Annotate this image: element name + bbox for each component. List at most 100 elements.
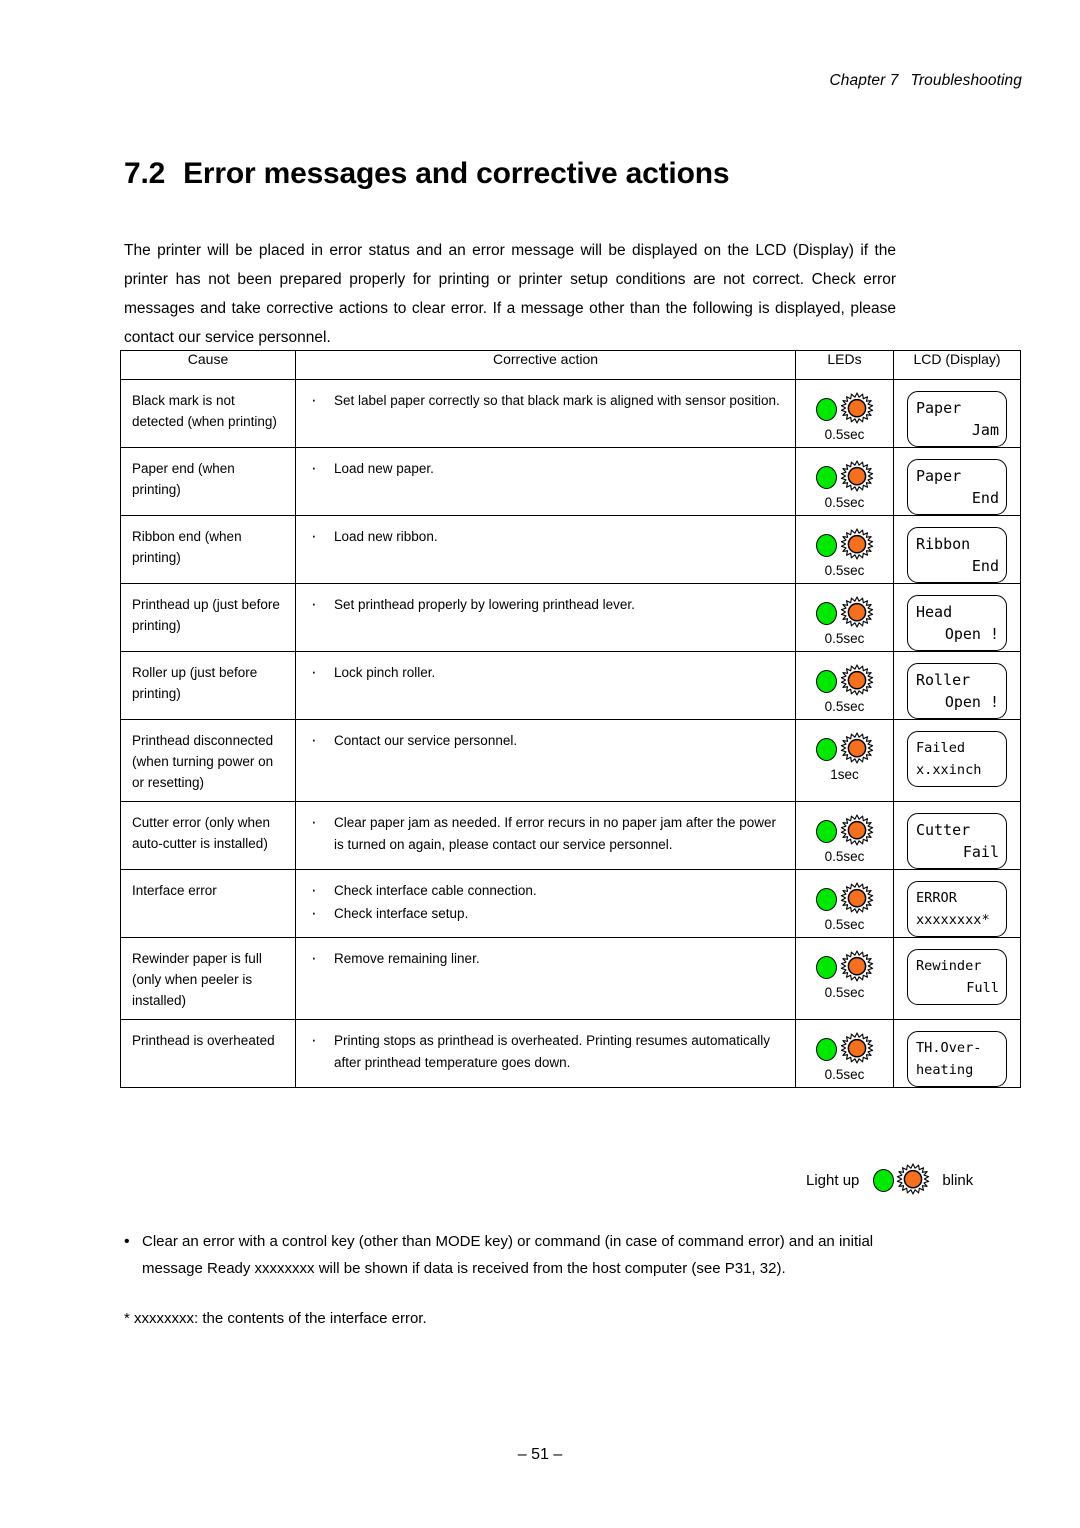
orange-blink-led-icon — [840, 732, 874, 766]
action-list: · Load new ribbon. — [296, 526, 789, 548]
action-item: · Lock pinch roller. — [296, 662, 789, 684]
lcd-display-panel: ERROR xxxxxxxx* — [907, 881, 1007, 937]
cell-leds: 0.5sec — [795, 937, 894, 1020]
action-list: · Contact our service personnel. — [296, 730, 789, 752]
bullet-icon: · — [311, 948, 317, 967]
led-interval-label: 0.5sec — [824, 985, 865, 1000]
column-header-cause: Cause — [120, 350, 296, 380]
led-row — [815, 882, 874, 916]
table-row: Printhead disconnected (when turning pow… — [120, 719, 1021, 802]
cell-corrective-action: · Check interface cable connection. · Check… — [295, 869, 796, 938]
action-list: · Set printhead properly by lowering prin… — [296, 594, 789, 616]
cell-leds: 0.5sec — [795, 447, 894, 516]
lcd-line-1: TH.Over- — [916, 1040, 982, 1056]
header-chapter: Chapter 7 — [829, 72, 899, 89]
action-item: · Check interface cable connection. — [296, 880, 789, 902]
cell-cause: Cutter error (only when auto-cutter is i… — [120, 801, 296, 870]
lcd-line-2: Fail — [962, 843, 999, 861]
lcd-line-2: Full — [966, 980, 999, 996]
cell-cause: Printhead is overheated — [120, 1019, 296, 1088]
lcd-line-1: Cutter — [916, 821, 971, 839]
legend-light-up-label: Light up — [806, 1171, 860, 1189]
orange-blink-led-icon — [840, 814, 874, 848]
action-item: · Check interface setup. — [296, 903, 789, 925]
led-interval-label: 0.5sec — [824, 495, 865, 510]
lcd-line-2: End — [971, 557, 999, 575]
cell-lcd-display: Cutter Fail — [893, 801, 1021, 870]
cell-cause: Paper end (when printing) — [120, 447, 296, 516]
note-bullet-item: • Clear an error with a control key (oth… — [124, 1228, 896, 1282]
cell-leds: 0.5sec — [795, 583, 894, 652]
page-header: Chapter 7 Troubleshooting — [830, 72, 1023, 90]
action-list: · Lock pinch roller. — [296, 662, 789, 684]
action-item: · Load new paper. — [296, 458, 789, 480]
green-led-icon — [815, 397, 837, 421]
cell-cause: Black mark is not detected (when printin… — [120, 379, 296, 448]
note-star-text: * xxxxxxxx: the contents of the interfac… — [124, 1310, 427, 1327]
cell-cause: Interface error — [120, 869, 296, 938]
led-row — [815, 664, 874, 698]
table-body: Black mark is not detected (when printin… — [120, 379, 1021, 1088]
bullet-icon: · — [311, 458, 317, 477]
table-row: Cutter error (only when auto-cutter is i… — [120, 801, 1021, 870]
note-bullet-text: Clear an error with a control key (other… — [142, 1233, 874, 1277]
led-interval-label: 0.5sec — [824, 849, 865, 864]
lcd-line-1: Paper — [916, 399, 962, 417]
lcd-display-panel: Paper End — [907, 459, 1007, 515]
cell-corrective-action: · Lock pinch roller. — [295, 651, 796, 720]
led-row — [815, 460, 874, 494]
lcd-display-panel: Roller Open ! — [907, 663, 1007, 719]
bullet-icon: · — [311, 662, 317, 681]
orange-blink-led-icon — [840, 596, 874, 630]
green-led-icon — [815, 601, 837, 625]
column-header-corrective-action: Corrective action — [295, 350, 796, 380]
green-led-icon — [815, 819, 837, 843]
bullet-icon: · — [311, 594, 317, 613]
action-text: Printing stops as printhead is overheate… — [334, 1033, 770, 1070]
led-interval-label: 0.5sec — [824, 917, 865, 932]
lcd-display-panel: Head Open ! — [907, 595, 1007, 651]
orange-blink-led-icon — [840, 528, 874, 562]
cell-cause: Roller up (just before printing) — [120, 651, 296, 720]
header-title: Troubleshooting — [910, 72, 1022, 89]
lcd-line-2: Open ! — [944, 625, 999, 643]
action-list: · Printing stops as printhead is overheat… — [296, 1030, 789, 1074]
action-text: Check interface setup. — [334, 906, 469, 921]
cell-corrective-action: · Set printhead properly by lowering prin… — [295, 583, 796, 652]
action-text: Clear paper jam as needed. If error recu… — [334, 815, 776, 852]
intro-text: The printer will be placed in error stat… — [124, 242, 896, 346]
led-row — [815, 950, 874, 984]
cell-corrective-action: · Contact our service personnel. — [295, 719, 796, 802]
action-list: · Clear paper jam as needed. If error rec… — [296, 812, 789, 856]
led-legend: Light up blink — [806, 1163, 973, 1197]
cell-corrective-action: · Set label paper correctly so that black… — [295, 379, 796, 448]
cell-leds: 0.5sec — [795, 1019, 894, 1088]
orange-blink-led-icon — [840, 882, 874, 916]
footnotes: • Clear an error with a control key (oth… — [124, 1228, 896, 1332]
green-led-icon — [815, 887, 837, 911]
green-led-icon — [815, 955, 837, 979]
table-header: Cause Corrective action LEDs LCD (Displa… — [120, 350, 1021, 380]
table-row: Printhead up (just before printing) · Set … — [120, 583, 1021, 652]
cell-lcd-display: Paper Jam — [893, 379, 1021, 448]
lcd-line-1: ERROR — [916, 890, 957, 906]
bullet-icon: · — [311, 526, 317, 545]
bullet-icon: · — [311, 880, 317, 899]
led-interval-label: 0.5sec — [824, 563, 865, 578]
cell-leds: 0.5sec — [795, 515, 894, 584]
led-indicator-group: 0.5sec — [796, 516, 893, 579]
lcd-line-1: Head — [916, 603, 953, 621]
cell-leds: 1sec — [795, 719, 894, 802]
action-item: · Clear paper jam as needed. If error rec… — [296, 812, 789, 856]
cell-leds: 0.5sec — [795, 869, 894, 938]
led-row — [815, 1032, 874, 1066]
table-row: Black mark is not detected (when printin… — [120, 379, 1021, 448]
action-text: Check interface cable connection. — [334, 883, 537, 898]
led-row — [815, 392, 874, 426]
led-indicator-group: 0.5sec — [796, 448, 893, 511]
table-row: Paper end (when printing) · Load new paper… — [120, 447, 1021, 516]
green-led-icon — [815, 465, 837, 489]
led-indicator-group: 0.5sec — [796, 380, 893, 443]
table-row: Printhead is overheated · Printing stops a… — [120, 1019, 1021, 1088]
lcd-display-panel: Rewinder Full — [907, 949, 1007, 1005]
